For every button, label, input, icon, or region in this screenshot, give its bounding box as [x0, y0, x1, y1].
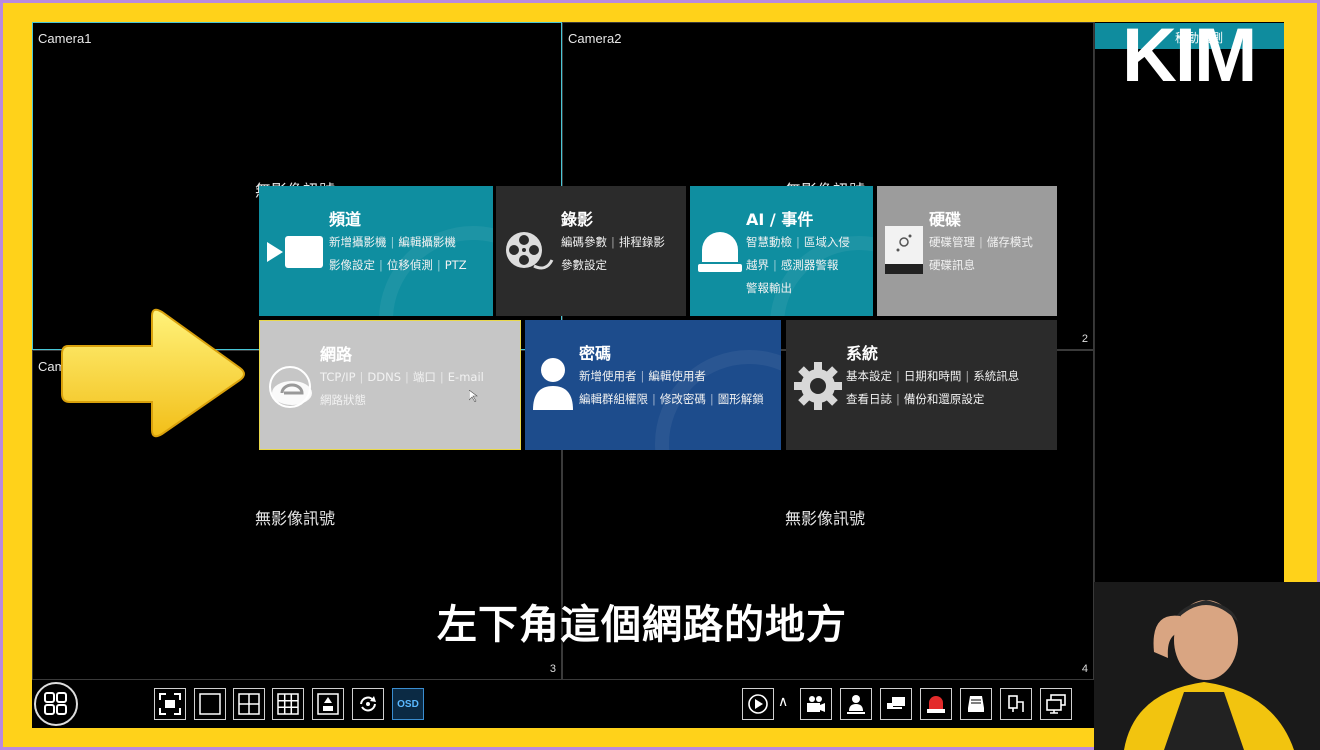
snapshot-button[interactable]	[880, 688, 912, 720]
menu-link-smart-detect[interactable]: 智慧動檢	[746, 235, 792, 249]
menu-link-group-permissions[interactable]: 編輯群組權限	[579, 392, 648, 406]
user-icon	[533, 356, 573, 416]
tile-title: 錄影	[561, 210, 594, 229]
nine-view-icon	[277, 693, 299, 715]
menu-tile-system[interactable]: 系統 基本設定 | 日期和時間 | 系統訊息 查看日誌 | 備份和還原設定	[786, 320, 1057, 450]
person-alert-icon	[847, 695, 865, 714]
no-signal-text: 無影像訊號	[255, 509, 336, 528]
alarm-person-button[interactable]	[840, 688, 872, 720]
menu-link-disk-info[interactable]: 硬碟訊息	[929, 258, 975, 272]
menu-link-edit-camera[interactable]: 編輯攝影機	[398, 235, 456, 249]
network-plug-icon	[1008, 695, 1024, 712]
tile-title: 硬碟	[929, 210, 962, 229]
grid-menu-icon	[44, 692, 67, 715]
menu-tile-network[interactable]: 網路 TCP/IP | DDNS | 端口 | E-mail 網路狀態	[259, 320, 521, 450]
siren-icon	[927, 696, 945, 713]
menu-link-basic-settings[interactable]: 基本設定	[846, 369, 892, 383]
record-button[interactable]	[800, 688, 832, 720]
alarm-light-icon	[698, 230, 742, 278]
film-reel-icon	[504, 230, 554, 276]
storage-icon	[968, 696, 984, 712]
network-globe-icon	[268, 365, 316, 413]
menu-tile-ai-event[interactable]: AI / 事件 智慧動檢 | 區域入侵 越界 | 感測器警報 警報輸出	[690, 186, 873, 316]
pointer-arrow-graphic	[61, 308, 245, 438]
single-view-icon	[199, 693, 221, 715]
mouse-cursor-icon	[468, 387, 479, 406]
layout-9-button[interactable]	[272, 688, 304, 720]
tile-title: 頻道	[329, 210, 362, 229]
camera-label: Camera2	[568, 31, 622, 46]
menu-link-change-password[interactable]: 修改密碼	[660, 392, 706, 406]
video-subtitle: 左下角這個網路的地方	[437, 602, 847, 648]
menu-link-view-log[interactable]: 查看日誌	[846, 392, 892, 406]
menu-link-intrusion[interactable]: 區域入侵	[804, 235, 850, 249]
osd-button[interactable]: OSD	[392, 688, 424, 720]
menu-link-schedule[interactable]: 排程錄影	[619, 235, 665, 249]
menu-link-pattern-unlock[interactable]: 圖形解鎖	[718, 392, 764, 406]
menu-link-sensor-alarm[interactable]: 感測器警報	[781, 258, 839, 272]
menu-link-ddns[interactable]: DDNS	[367, 370, 401, 384]
gear-icon	[794, 362, 842, 414]
menu-link-tcpip[interactable]: TCP/IP	[320, 370, 356, 384]
menu-link-encode-params[interactable]: 編碼參數	[561, 235, 607, 249]
osd-label: OSD	[397, 698, 419, 710]
chevron-up-icon[interactable]: ∧	[778, 694, 788, 710]
menu-tile-password[interactable]: 密碼 新增使用者 | 編輯使用者 編輯群組權限 | 修改密碼 | 圖形解鎖	[525, 320, 781, 450]
menu-link-edit-user[interactable]: 編輯使用者	[648, 369, 706, 383]
fullscreen-icon	[159, 693, 181, 715]
custom-layout-button[interactable]	[312, 688, 344, 720]
tile-title: 系統	[846, 344, 879, 363]
camera-label: Camera1	[38, 31, 92, 46]
menu-link-date-time[interactable]: 日期和時間	[904, 369, 962, 383]
menu-link-storage-mode[interactable]: 儲存模式	[987, 235, 1033, 249]
network-status-button[interactable]	[1000, 688, 1032, 720]
display-output-button[interactable]	[1040, 688, 1072, 720]
cctv-icon	[887, 697, 905, 709]
menu-link-system-info[interactable]: 系統訊息	[973, 369, 1019, 383]
menu-link-add-user[interactable]: 新增使用者	[579, 369, 637, 383]
menu-tile-record[interactable]: 錄影 編碼參數 | 排程錄影 參數設定	[496, 186, 686, 316]
sequence-button[interactable]	[352, 688, 384, 720]
hard-disk-icon	[885, 226, 923, 280]
menu-link-motion-detect[interactable]: 位移偵測	[387, 258, 433, 272]
channel-logo: KIM	[1122, 18, 1257, 94]
menu-link-port[interactable]: 端口	[413, 370, 436, 384]
menu-link-line-cross[interactable]: 越界	[746, 258, 769, 272]
menu-tile-channel[interactable]: 頻道 新增攝影機 | 編輯攝影機 影像設定 | 位移偵測 | PTZ	[259, 186, 493, 316]
menu-tile-disk[interactable]: 硬碟 硬碟管理 | 儲存模式 硬碟訊息	[877, 186, 1057, 316]
alarm-button[interactable]	[920, 688, 952, 720]
layout-1-button[interactable]	[194, 688, 226, 720]
camera-number: 3	[549, 663, 556, 675]
camera-number: 4	[1081, 663, 1088, 675]
quad-view-icon	[238, 693, 260, 715]
menu-link-disk-manage[interactable]: 硬碟管理	[929, 235, 975, 249]
main-menu-button[interactable]	[34, 682, 78, 726]
menu-link-ptz[interactable]: PTZ	[445, 258, 467, 272]
tile-title: AI / 事件	[746, 210, 814, 229]
camera-record-icon	[807, 696, 825, 712]
camera-icon	[267, 236, 323, 272]
menu-link-add-camera[interactable]: 新增攝影機	[329, 235, 387, 249]
logo-text: KIM	[1122, 13, 1257, 98]
play-icon	[748, 694, 768, 714]
layout-4-button[interactable]	[233, 688, 265, 720]
no-signal-text: 無影像訊號	[785, 509, 866, 528]
tile-title: 網路	[320, 345, 353, 364]
playback-button[interactable]	[742, 688, 774, 720]
refresh-icon	[360, 696, 376, 712]
menu-link-email[interactable]: E-mail	[448, 370, 484, 384]
monitor-icon	[1046, 694, 1066, 714]
custom-layout-icon	[317, 693, 339, 715]
menu-link-image-settings[interactable]: 影像設定	[329, 258, 375, 272]
menu-link-alarm-output[interactable]: 警報輸出	[746, 281, 792, 295]
disk-status-button[interactable]	[960, 688, 992, 720]
menu-link-network-status[interactable]: 網路狀態	[320, 393, 366, 407]
fullscreen-button[interactable]	[154, 688, 186, 720]
camera-number: 2	[1081, 333, 1088, 345]
tile-title: 密碼	[579, 344, 612, 363]
menu-link-backup-restore[interactable]: 備份和還原設定	[904, 392, 985, 406]
menu-link-record-params[interactable]: 參數設定	[561, 258, 607, 272]
